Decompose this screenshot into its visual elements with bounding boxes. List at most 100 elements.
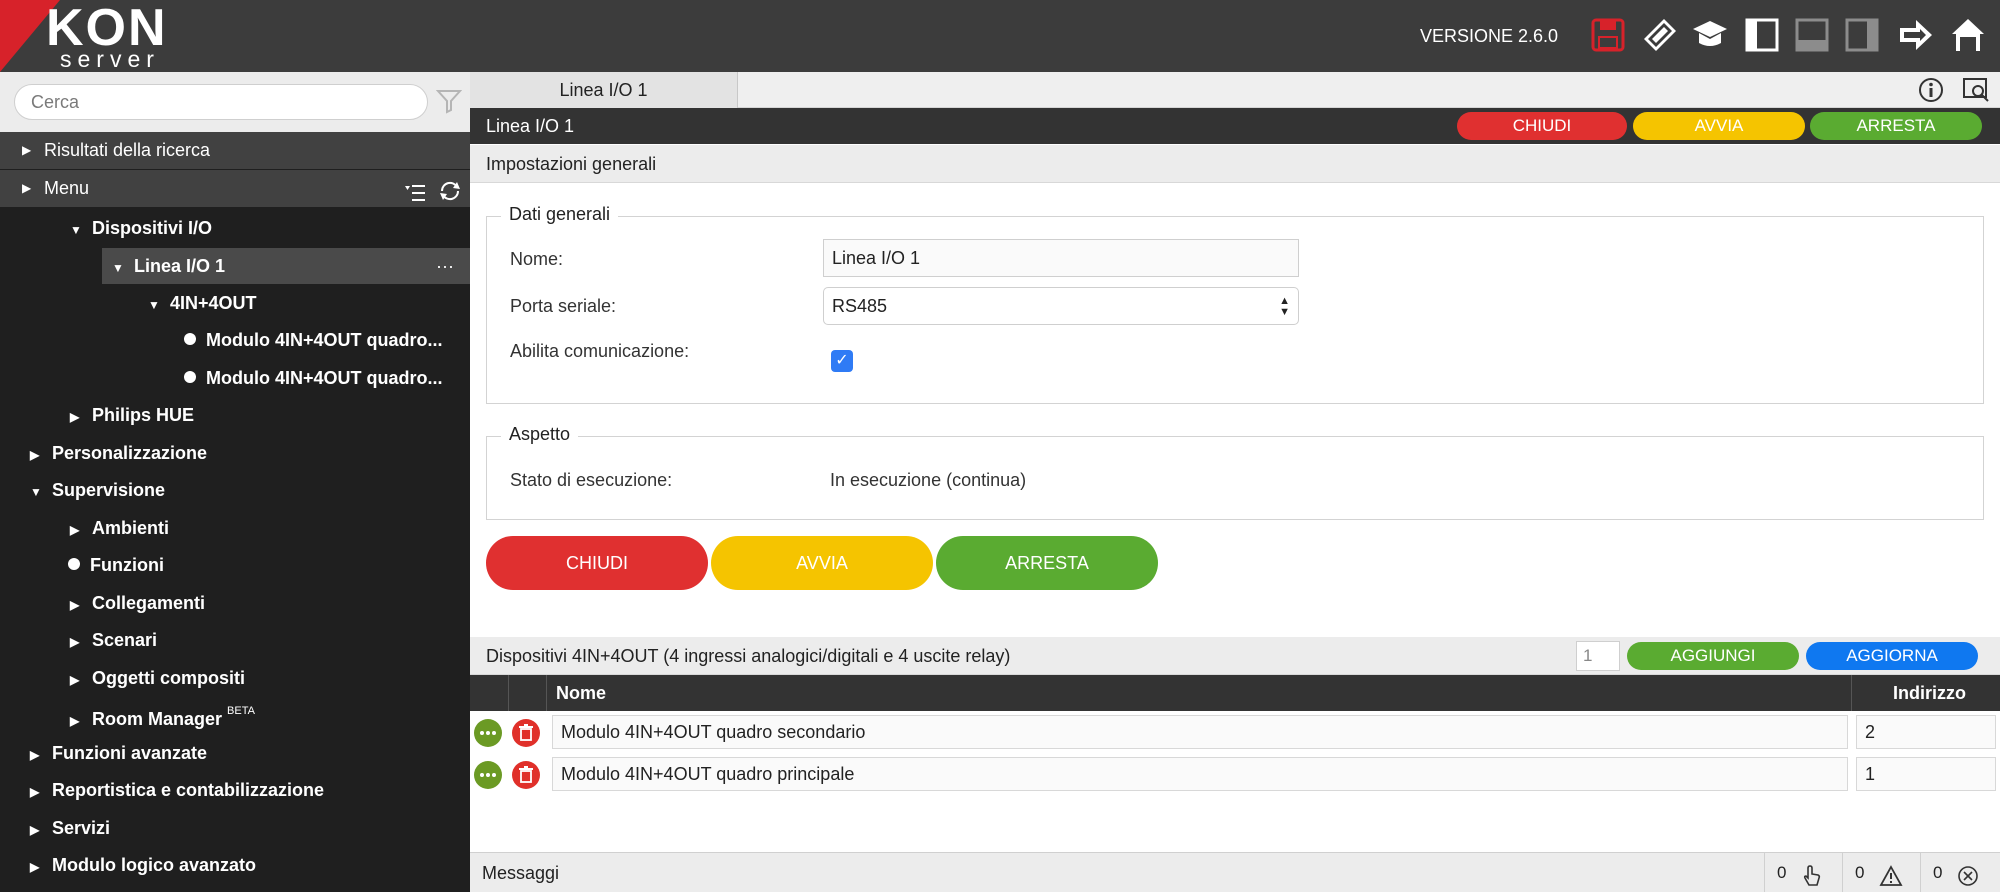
messages-bar: Messaggi 0 0 0 xyxy=(470,852,2000,892)
quantity-input[interactable]: 1 xyxy=(1576,641,1620,671)
sidebar-item-modulo-1[interactable]: Modulo 4IN+4OUT quadro... xyxy=(184,322,443,358)
stop-button[interactable]: ARRESTA xyxy=(1810,112,1982,140)
devices-title: Dispositivi 4IN+4OUT (4 ingressi analogi… xyxy=(486,646,1011,666)
trash-icon xyxy=(519,766,533,783)
sidebar-item-room-manager[interactable]: ▶ Room Manager BETA xyxy=(70,697,255,733)
sidebar-item-funzioni-avanzate[interactable]: ▶ Funzioni avanzate xyxy=(30,735,207,771)
warning-icon xyxy=(1879,862,1903,892)
save-icon[interactable] xyxy=(1588,14,1628,56)
sidebar-item-philips-hue[interactable]: ▶ Philips HUE xyxy=(70,397,194,433)
start-large-button[interactable]: AVVIA xyxy=(711,536,933,590)
sidebar-item-funzioni[interactable]: Funzioni xyxy=(68,547,164,583)
layout-bottom-icon[interactable] xyxy=(1792,14,1832,56)
row-options-button[interactable] xyxy=(474,761,502,789)
layout-right-icon[interactable] xyxy=(1842,14,1882,56)
graduation-cap-icon[interactable] xyxy=(1690,14,1730,56)
bullet-icon xyxy=(184,371,196,384)
refresh-icon[interactable] xyxy=(438,178,462,215)
general-data-legend: Dati generali xyxy=(501,204,619,225)
sidebar-item-personalizzazione[interactable]: ▶ Personalizzazione xyxy=(30,435,207,471)
panel-title-bar: Linea I/O 1 CHIUDI AVVIA ARRESTA xyxy=(470,108,2000,144)
add-button[interactable]: AGGIUNGI xyxy=(1627,642,1799,670)
more-options-icon[interactable]: ··· xyxy=(436,248,454,284)
sidebar-item-4in4out[interactable]: ▼ 4IN+4OUT xyxy=(148,285,257,321)
sidebar-item-reportistica[interactable]: ▶ Reportistica e contabilizzazione xyxy=(30,772,324,808)
search-results-header[interactable]: ▶ Risultati della ricerca xyxy=(0,132,470,169)
expand-arrow-icon: ▶ xyxy=(70,523,80,537)
refresh-button[interactable]: AGGIORNA xyxy=(1806,642,1978,670)
row-options-button[interactable] xyxy=(474,719,502,747)
version-label: VERSIONE 2.6.0 xyxy=(1420,26,1559,46)
sidebar-item-dispositivi-io[interactable]: ▼ Dispositivi I/O xyxy=(70,210,212,246)
brush-icon[interactable] xyxy=(1640,14,1680,56)
collapse-arrow-icon: ▼ xyxy=(30,485,42,499)
ellipsis-icon xyxy=(480,773,496,777)
menu-header[interactable]: ▶ Menu xyxy=(0,170,470,207)
home-icon[interactable] xyxy=(1948,14,1988,56)
info-icon[interactable] xyxy=(1918,77,1944,108)
bullet-icon xyxy=(184,333,196,346)
table-row[interactable]: Modulo 4IN+4OUT quadro secondario 2 xyxy=(470,711,2000,753)
expand-arrow-icon: ▶ xyxy=(30,785,40,799)
aspect-legend: Aspetto xyxy=(501,424,579,445)
expand-arrow-icon: ▶ xyxy=(30,823,40,837)
sidebar-item-linea-io-1[interactable]: ▼ Linea I/O 1 xyxy=(112,248,225,284)
aspect-fieldset: Aspetto Stato di esecuzione: In esecuzio… xyxy=(486,424,1984,520)
row-address-cell[interactable]: 1 xyxy=(1856,757,1996,791)
exit-arrow-icon[interactable] xyxy=(1896,14,1936,56)
general-data-fieldset: Dati generali Nome: Linea I/O 1 Porta se… xyxy=(486,204,1984,404)
sidebar-item-oggetti-compositi[interactable]: ▶ Oggetti compositi xyxy=(70,660,245,696)
expand-arrow-icon: ▶ xyxy=(30,748,40,762)
expand-arrow-icon: ▶ xyxy=(30,448,40,462)
search-bar xyxy=(0,72,470,132)
collapse-arrow-icon: ▼ xyxy=(70,223,82,237)
messages-label: Messaggi xyxy=(482,863,560,883)
name-field[interactable]: Linea I/O 1 xyxy=(823,239,1299,277)
stop-large-button[interactable]: ARRESTA xyxy=(936,536,1158,590)
expand-arrow-icon: ▶ xyxy=(22,181,32,195)
sidebar-item-servizi[interactable]: ▶ Servizi xyxy=(30,810,110,846)
sidebar: ▶ Risultati della ricerca ▶ Menu ▼Dispos… xyxy=(0,72,470,892)
search-input[interactable] xyxy=(14,84,428,120)
close-large-button[interactable]: CHIUDI xyxy=(486,536,708,590)
row-address-cell[interactable]: 2 xyxy=(1856,715,1996,749)
row-delete-button[interactable] xyxy=(512,719,540,747)
bullet-icon xyxy=(68,558,80,571)
row-name-cell[interactable]: Modulo 4IN+4OUT quadro secondario xyxy=(552,715,1848,749)
table-row[interactable]: Modulo 4IN+4OUT quadro principale 1 xyxy=(470,753,2000,795)
tab-linea-io-1[interactable]: Linea I/O 1 xyxy=(470,72,738,108)
sidebar-item-ambienti[interactable]: ▶ Ambienti xyxy=(70,510,169,546)
expand-arrow-icon: ▶ xyxy=(30,860,40,874)
top-bar: KON server VERSIONE 2.6.0 xyxy=(0,0,2000,72)
logo-subtitle: server xyxy=(60,46,160,72)
collapse-arrow-icon: ▼ xyxy=(148,298,160,312)
close-button[interactable]: CHIUDI xyxy=(1457,112,1627,140)
row-delete-button[interactable] xyxy=(512,761,540,789)
expand-arrow-icon: ▶ xyxy=(70,714,80,728)
error-counter[interactable]: 0 xyxy=(1920,853,2000,892)
sidebar-item-modulo-2[interactable]: Modulo 4IN+4OUT quadro... xyxy=(184,360,443,396)
sidebar-item-collegamenti[interactable]: ▶ Collegamenti xyxy=(70,585,205,621)
filter-icon[interactable] xyxy=(435,88,464,116)
ellipsis-icon xyxy=(480,731,496,735)
layout-left-icon[interactable] xyxy=(1742,14,1782,56)
expand-arrow-icon: ▶ xyxy=(70,635,80,649)
column-name-header[interactable]: Nome xyxy=(556,675,606,711)
hand-pointer-icon xyxy=(1801,862,1823,892)
select-arrows-icon: ▲ ▼ xyxy=(1279,295,1290,318)
row-name-cell[interactable]: Modulo 4IN+4OUT quadro principale xyxy=(552,757,1848,791)
tab-bar: Linea I/O 1 xyxy=(470,72,2000,108)
warning-counter[interactable]: 0 xyxy=(1842,853,1920,892)
execution-state-value: In esecuzione (continua) xyxy=(830,470,1027,490)
panel-title: Linea I/O 1 xyxy=(486,116,575,136)
sidebar-item-scenari[interactable]: ▶ Scenari xyxy=(70,622,157,658)
collapse-list-icon[interactable] xyxy=(404,179,426,216)
start-button[interactable]: AVVIA xyxy=(1633,112,1805,140)
touch-counter[interactable]: 0 xyxy=(1764,853,1842,892)
search-window-icon[interactable] xyxy=(1962,76,1990,109)
serial-port-select[interactable]: RS485 ▲ ▼ xyxy=(823,287,1299,325)
sidebar-item-modulo-logico[interactable]: ▶ Modulo logico avanzato xyxy=(30,847,256,883)
sidebar-item-supervisione[interactable]: ▼ Supervisione xyxy=(30,472,165,508)
column-address-header[interactable]: Indirizzo xyxy=(1893,675,1966,711)
enable-communication-checkbox[interactable]: ✓ xyxy=(831,350,853,372)
